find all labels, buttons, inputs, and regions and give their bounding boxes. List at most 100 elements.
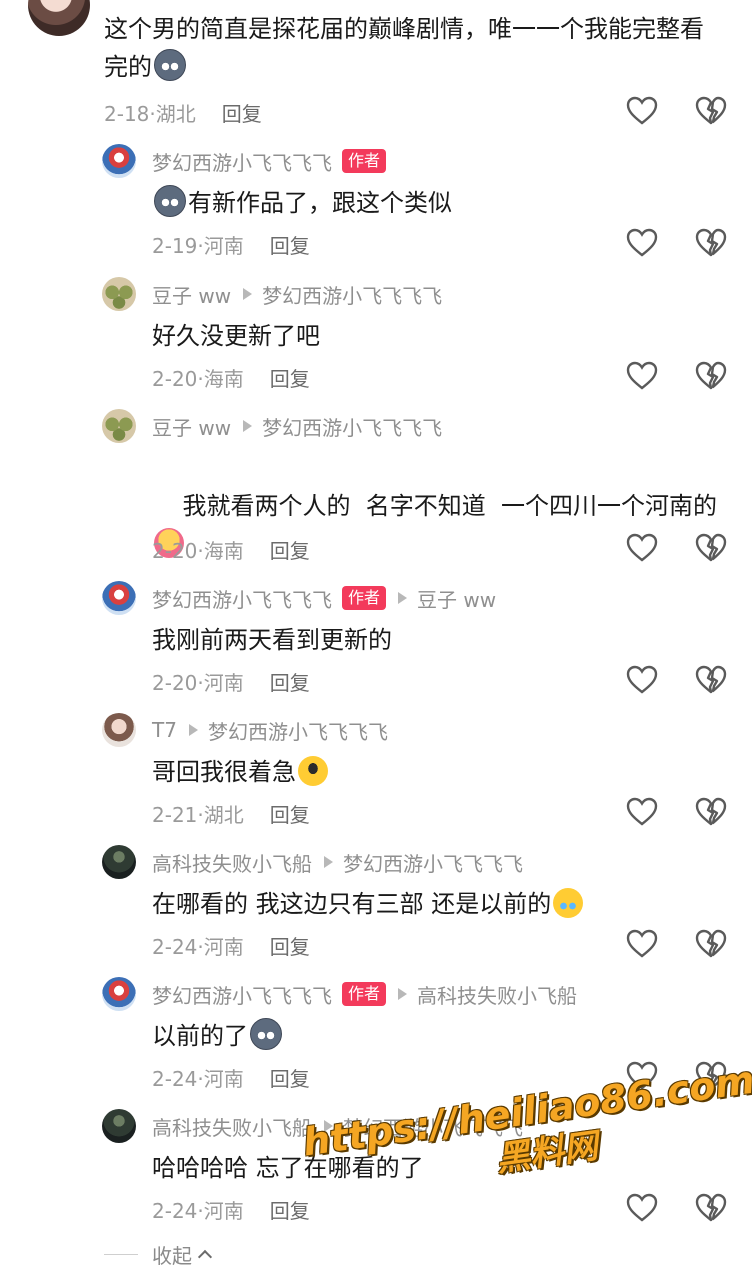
reply-comment: 高科技失败小飞船 梦幻西游小飞飞飞飞 在哪看的 我这边只有三部 还是以前的 2-…: [0, 845, 752, 971]
avatar[interactable]: [102, 409, 136, 443]
chevron-up-icon: [197, 1249, 213, 1265]
like-button[interactable]: [625, 927, 659, 961]
avatar[interactable]: [102, 144, 136, 178]
username[interactable]: T7: [152, 718, 177, 742]
reply-to-username[interactable]: 高科技失败小飞船: [417, 980, 577, 1009]
reply-comment: 梦幻西游小飞飞飞飞 作者 豆子 ww 我刚前两天看到更新的 2-20·河南 回复: [0, 581, 752, 707]
reply-to-username[interactable]: 梦幻西游小飞飞飞飞: [262, 280, 442, 309]
collapse-label: 收起: [152, 1243, 192, 1268]
username[interactable]: 梦幻西游小飞飞飞飞: [152, 147, 332, 176]
comment-meta: 2-18·湖北 回复: [104, 102, 262, 126]
reply-button[interactable]: 回复: [270, 1067, 310, 1091]
username[interactable]: 豆子 ww: [152, 280, 231, 309]
avatar[interactable]: [102, 977, 136, 1011]
reply-to-username[interactable]: 梦幻西游小飞飞飞飞: [343, 1112, 523, 1141]
reply-button[interactable]: 回复: [270, 1199, 310, 1223]
avatar[interactable]: [102, 713, 136, 747]
comment-meta: 2-19·河南 回复: [152, 234, 310, 258]
reply-header: 豆子 ww 梦幻西游小飞飞飞飞: [152, 409, 442, 443]
reply-button[interactable]: 回复: [222, 102, 262, 126]
reply-button[interactable]: 回复: [270, 539, 310, 563]
broken-heart-icon: [695, 96, 727, 125]
comment-meta: 2-24·河南 回复: [152, 1067, 310, 1091]
reply-comment: 梦幻西游小飞飞飞飞 作者 高科技失败小飞船 以前的了 2-24·河南 回复: [0, 977, 752, 1103]
dislike-button[interactable]: [694, 663, 728, 697]
username[interactable]: 高科技失败小飞船: [152, 848, 312, 877]
broken-heart-icon: [695, 797, 727, 826]
reply-to-username[interactable]: 梦幻西游小飞飞飞飞: [262, 412, 442, 441]
dislike-button[interactable]: [694, 359, 728, 393]
dislike-button[interactable]: [694, 94, 728, 128]
husky-emoji-icon: [154, 185, 186, 217]
broken-heart-icon: [695, 665, 727, 694]
dislike-button[interactable]: [694, 927, 728, 961]
avatar[interactable]: [102, 277, 136, 311]
comment-meta: 2-24·河南 回复: [152, 935, 310, 959]
heart-icon: [626, 1061, 658, 1090]
reply-button[interactable]: 回复: [270, 935, 310, 959]
reply-button[interactable]: 回复: [270, 671, 310, 695]
reply-to-username[interactable]: 梦幻西游小飞飞飞飞: [343, 848, 523, 877]
reply-header: 梦幻西游小飞飞飞飞 作者 豆子 ww: [152, 581, 496, 615]
dislike-button[interactable]: [694, 1059, 728, 1093]
comment-text: 好久没更新了吧: [152, 322, 320, 350]
dislike-button[interactable]: [694, 531, 728, 565]
comment-date: 2-24: [152, 1199, 198, 1223]
heart-icon: [626, 533, 658, 562]
crying-emoji-icon: [553, 888, 584, 918]
reply-button[interactable]: 回复: [270, 234, 310, 258]
comment-meta: 2-24·河南 回复: [152, 1199, 310, 1223]
dislike-button[interactable]: [694, 1191, 728, 1225]
husky-emoji-icon: [154, 49, 186, 81]
reply-arrow-icon: [398, 592, 408, 604]
like-button[interactable]: [625, 226, 659, 260]
comment-meta: 2-20·海南 回复: [152, 539, 310, 563]
username[interactable]: 梦幻西游小飞飞飞飞: [152, 584, 332, 613]
comment-location: 湖北: [203, 803, 244, 827]
comment-location: 河南: [203, 1067, 244, 1091]
avatar[interactable]: [102, 581, 136, 615]
top-comment: 这个男的简直是探花届的巅峰剧情，唯一一个我能完整看完的 2-18·湖北 回复: [0, 0, 752, 140]
dislike-button[interactable]: [694, 226, 728, 260]
comment-date: 2-24: [152, 935, 198, 959]
username[interactable]: 豆子 ww: [152, 412, 231, 441]
like-button[interactable]: [625, 531, 659, 565]
author-badge: 作者: [342, 149, 387, 173]
comment-location: 河南: [203, 1199, 244, 1223]
like-button[interactable]: [625, 1059, 659, 1093]
cool-emoji-icon: [298, 756, 328, 786]
heart-icon: [626, 797, 658, 826]
reply-button[interactable]: 回复: [270, 803, 310, 827]
comment-location: 海南: [203, 367, 244, 391]
husky-emoji-icon: [250, 1018, 282, 1050]
reply-arrow-icon: [243, 420, 253, 432]
username[interactable]: 高科技失败小飞船: [152, 1112, 312, 1141]
like-button[interactable]: [625, 94, 659, 128]
comment-text: 这个男的简直是探花届的巅峰剧情，唯一一个我能完整看完的: [104, 15, 704, 81]
heart-icon: [626, 96, 658, 125]
reply-button[interactable]: 回复: [270, 367, 310, 391]
comment-text: 我就看两个人的 名字不知道 一个四川一个河南的: [152, 449, 722, 601]
reply-header: 豆子 ww 梦幻西游小飞飞飞飞: [152, 277, 442, 311]
comment-meta: 2-20·河南 回复: [152, 671, 310, 695]
reply-header: T7 梦幻西游小飞飞飞飞: [152, 713, 388, 747]
like-button[interactable]: [625, 795, 659, 829]
like-button[interactable]: [625, 1191, 659, 1225]
heart-icon: [626, 361, 658, 390]
avatar[interactable]: [102, 845, 136, 879]
comment-date: 2-18: [104, 102, 150, 126]
like-button[interactable]: [625, 663, 659, 697]
like-button[interactable]: [625, 359, 659, 393]
reply-to-username[interactable]: 梦幻西游小飞飞飞飞: [208, 716, 388, 745]
avatar[interactable]: [28, 0, 90, 36]
reply-comment: 豆子 ww 梦幻西游小飞飞飞飞 我就看两个人的 名字不知道 一个四川一个河南的 …: [0, 409, 752, 573]
collapse-replies-button[interactable]: 收起: [104, 1240, 213, 1268]
username[interactable]: 梦幻西游小飞飞飞飞: [152, 980, 332, 1009]
dislike-button[interactable]: [694, 795, 728, 829]
comment-location: 河南: [203, 671, 244, 695]
divider: [104, 1253, 138, 1255]
broken-heart-icon: [695, 1061, 727, 1090]
avatar[interactable]: [102, 1109, 136, 1143]
comment-date: 2-21: [152, 803, 198, 827]
reply-to-username[interactable]: 豆子 ww: [417, 584, 496, 613]
